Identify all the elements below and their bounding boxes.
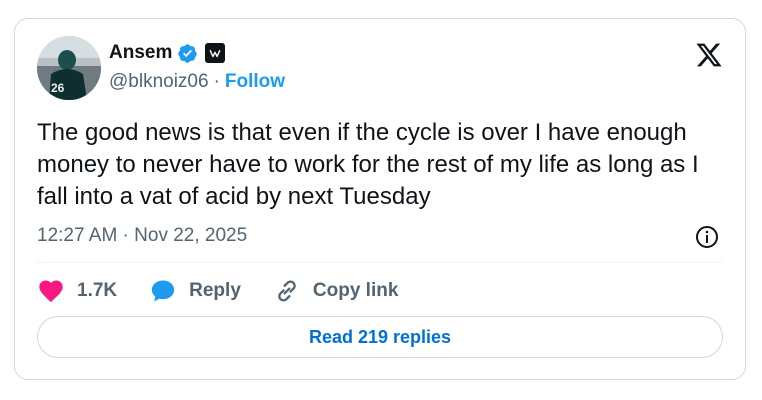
info-icon[interactable] bbox=[695, 225, 719, 249]
tweet-timestamp[interactable]: 12:27 AM · Nov 22, 2025 bbox=[37, 225, 247, 247]
speech-bubble-icon bbox=[152, 280, 175, 302]
affiliation-badge-icon bbox=[205, 43, 226, 63]
follow-link[interactable]: Follow bbox=[225, 71, 285, 93]
tweet-actions: 1.7K Reply Copy link bbox=[37, 277, 430, 305]
separator-dot: · bbox=[213, 71, 220, 92]
like-count: 1.7K bbox=[77, 280, 118, 301]
read-replies-button[interactable]: Read 219 replies bbox=[37, 316, 723, 358]
avatar-jersey-number: 26 bbox=[51, 81, 65, 95]
author-name-row: Ansem bbox=[109, 42, 226, 64]
avatar-photo: 26 bbox=[37, 36, 101, 100]
link-icon bbox=[278, 280, 296, 302]
like-button[interactable]: 1.7K bbox=[37, 277, 117, 305]
copy-link-button[interactable]: Copy link bbox=[273, 277, 399, 305]
divider bbox=[37, 262, 723, 263]
copy-link-label: Copy link bbox=[312, 280, 399, 301]
tweet-text: The good news is that even if the cycle … bbox=[37, 119, 699, 210]
author-handle[interactable]: @blknoiz06 bbox=[109, 71, 209, 93]
heart-icon bbox=[39, 280, 63, 303]
author-name[interactable]: Ansem bbox=[109, 42, 172, 64]
author-handle-row: @blknoiz06 · Follow bbox=[109, 71, 285, 93]
reply-label: Reply bbox=[189, 280, 241, 301]
x-logo-icon[interactable] bbox=[695, 41, 723, 69]
reply-button[interactable]: Reply bbox=[149, 277, 241, 305]
avatar[interactable]: 26 bbox=[37, 36, 101, 100]
tweet-card[interactable]: 26 Ansem @blknoiz06 · Follow The good ne… bbox=[14, 18, 746, 380]
verified-badge-icon bbox=[177, 43, 198, 64]
